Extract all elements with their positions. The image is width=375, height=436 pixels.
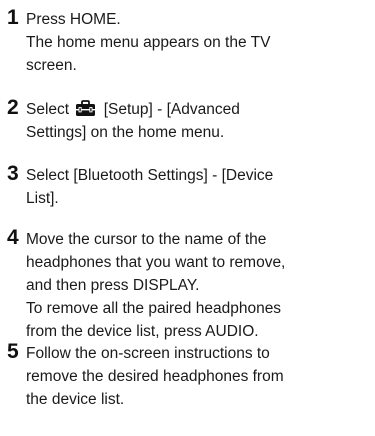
step-number: 2: [7, 96, 19, 119]
step-line: Select [Setup] - [Advanced: [26, 98, 371, 121]
step-line: screen.: [26, 57, 77, 74]
step-text: Follow the on-screen instructions to rem…: [26, 342, 371, 411]
step-number: 3: [7, 162, 19, 185]
step-line: Select [Bluetooth Settings] - [Device: [26, 167, 274, 184]
step-line: the device list.: [26, 391, 125, 408]
step-line: The home menu appears on the TV: [26, 34, 271, 51]
step-text: Select [Bluetooth Settings] - [Device Li…: [26, 164, 371, 210]
step-line-prefix: Select: [26, 101, 74, 118]
step-text: Move the cursor to the name of the headp…: [26, 228, 371, 343]
step-line: from the device list, press AUDIO.: [26, 323, 259, 340]
step-number: 1: [7, 6, 19, 29]
step-number: 4: [7, 226, 19, 249]
step-line: List].: [26, 190, 59, 207]
step-line: To remove all the paired headphones: [26, 300, 282, 317]
step-line: Press HOME.: [26, 11, 121, 28]
step-line: and then press DISPLAY.: [26, 277, 200, 294]
step-number: 5: [7, 340, 19, 363]
step-line: remove the desired headphones from: [26, 368, 284, 385]
step-line: Settings] on the home menu.: [26, 124, 225, 141]
step-line: headphones that you want to remove,: [26, 254, 286, 271]
step-text: Select [Setup] - [Advanced Settings] on …: [26, 98, 371, 144]
step-line: Move the cursor to the name of the: [26, 231, 267, 248]
toolbox-icon: [76, 100, 96, 116]
step-text: Press HOME. The home menu appears on the…: [26, 8, 371, 77]
step-line-suffix: [Setup] - [Advanced: [99, 101, 240, 118]
step-line: Follow the on-screen instructions to: [26, 345, 270, 362]
